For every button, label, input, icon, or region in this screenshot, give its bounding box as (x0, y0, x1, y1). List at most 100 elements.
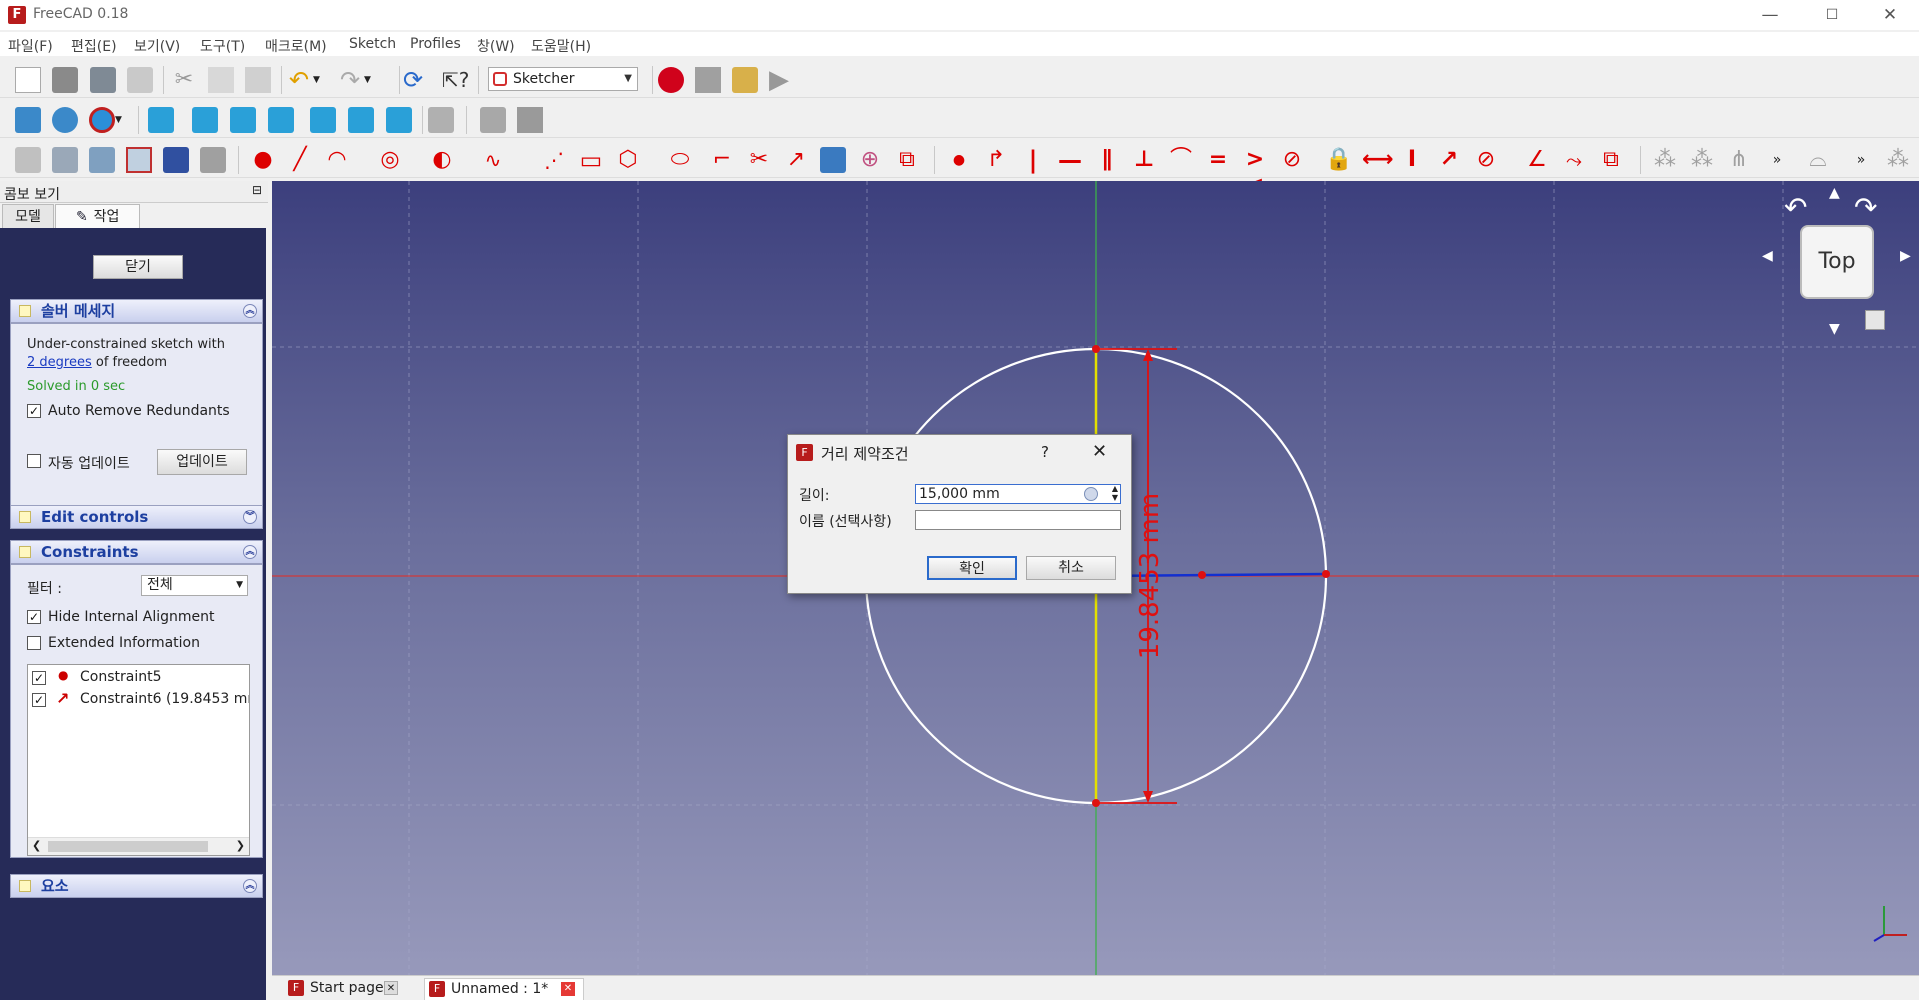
update-button[interactable]: 업데이트 (157, 449, 247, 475)
collapse-icon[interactable]: ︽ (243, 545, 257, 559)
extend-tool-icon[interactable]: ↗ (783, 147, 809, 173)
top-view-icon[interactable] (230, 107, 256, 133)
block-constraint-icon[interactable]: ⊘ (1279, 147, 1305, 173)
line-tool-icon[interactable]: ╱ (287, 147, 313, 173)
paste-icon[interactable] (245, 67, 271, 93)
fit-selection-icon[interactable] (52, 107, 78, 133)
nav-up-icon[interactable]: ▲ (1829, 185, 1840, 201)
constrain-perpendicular-icon[interactable]: ⊥ (1131, 147, 1157, 173)
cut-icon[interactable]: ✂ (171, 67, 197, 93)
tab-start-page[interactable]: F Start page ✕ (284, 978, 402, 1000)
polygon-tool-icon[interactable]: ⬡ (615, 147, 641, 173)
whats-this-icon[interactable]: ⇱? (442, 67, 469, 93)
fillet-tool-icon[interactable]: ⌐ (709, 147, 735, 173)
show-hide-geometry-icon[interactable]: ⌓ (1805, 147, 1831, 173)
constraint-visible-checkbox[interactable]: ✓ (32, 693, 46, 707)
ok-button[interactable]: 확인 (927, 556, 1017, 580)
new-sketch-icon[interactable] (15, 147, 41, 173)
constrain-horizontal-icon[interactable]: — (1057, 147, 1083, 173)
tab-unnamed[interactable]: F Unnamed : 1* ✕ (424, 978, 584, 1000)
create-part-icon[interactable] (480, 107, 506, 133)
constraint-visible-checkbox[interactable]: ✓ (32, 671, 46, 685)
name-input[interactable] (915, 510, 1121, 530)
constrain-vertical-icon[interactable]: | (1020, 147, 1046, 173)
select-constraints-icon[interactable]: ⁂ (1689, 147, 1715, 173)
rotate-right-icon[interactable]: ↷ (1854, 191, 1877, 224)
tab-model[interactable]: 모델 (2, 204, 54, 230)
left-view-icon[interactable] (386, 107, 412, 133)
maximize-button[interactable]: ☐ (1803, 0, 1861, 30)
menu-profiles[interactable]: Profiles (410, 36, 461, 52)
constrain-distance-icon[interactable]: ↗ (1436, 147, 1462, 173)
extended-information-checkbox[interactable] (27, 636, 41, 650)
constrain-lock-icon[interactable]: 🔒 (1325, 147, 1352, 173)
reorient-sketch-icon[interactable] (200, 147, 226, 173)
close-sketch-button[interactable]: 닫기 (93, 255, 183, 279)
redo-icon[interactable]: ↷ (340, 67, 366, 93)
sketch-point[interactable] (1092, 799, 1100, 807)
construction-mode-icon[interactable]: ⧉ (894, 147, 920, 173)
create-group-icon[interactable] (517, 107, 543, 133)
constrain-equal-icon[interactable]: = (1205, 147, 1231, 173)
nav-down-icon[interactable]: ▼ (1829, 321, 1840, 337)
auto-update-checkbox[interactable] (27, 454, 41, 468)
solver-messages-header[interactable]: 솔버 메세지 ︽ (10, 299, 263, 323)
undo-icon[interactable]: ↶ (289, 67, 315, 93)
collapse-icon[interactable]: ︽ (243, 879, 257, 893)
constraints-list[interactable]: ✓ ● Constraint5 ✓ ↗ Constraint6 (19.8453… (27, 664, 250, 856)
sketch-point[interactable] (1092, 345, 1100, 353)
select-conflicting-icon[interactable]: ⋔ (1726, 147, 1752, 173)
run-macro-icon[interactable]: ▶ (769, 67, 795, 93)
menu-window[interactable]: 창(W) (477, 36, 515, 56)
record-macro-icon[interactable] (658, 67, 684, 93)
scrollbar-thumb[interactable] (48, 841, 208, 852)
trim-tool-icon[interactable]: ✂ (746, 147, 772, 173)
new-document-icon[interactable] (15, 67, 41, 93)
select-elements-icon[interactable]: ⁂ (1652, 147, 1678, 173)
constrain-horizontal-distance-icon[interactable]: ⟷ (1362, 147, 1394, 173)
redo-dropdown-icon[interactable]: ▼ (364, 67, 376, 93)
more-tools-icon[interactable]: » (1764, 147, 1790, 173)
close-tab-icon[interactable]: ✕ (384, 981, 398, 995)
rotate-left-icon[interactable]: ↶ (1784, 191, 1807, 224)
slot-tool-icon[interactable]: ⬭ (667, 147, 693, 173)
constrain-symmetric-icon[interactable]: >< (1242, 147, 1268, 198)
close-button[interactable]: ✕ (1861, 0, 1919, 30)
draw-style-dropdown-icon[interactable]: ▼ (115, 107, 127, 133)
copy-icon[interactable] (208, 67, 234, 93)
cancel-button[interactable]: 취소 (1026, 556, 1116, 580)
sketch-point[interactable] (1198, 571, 1206, 579)
navigation-cube[interactable]: Top (1800, 225, 1874, 299)
circle-tool-icon[interactable]: ◎ (377, 147, 403, 173)
stop-macro-icon[interactable] (695, 67, 721, 93)
expression-icon[interactable] (1084, 487, 1098, 501)
rectangle-tool-icon[interactable]: ▭ (578, 147, 604, 173)
edit-macro-icon[interactable] (732, 67, 758, 93)
view-sketch-icon[interactable] (89, 147, 115, 173)
constrain-vertical-distance-icon[interactable]: I (1399, 147, 1425, 173)
workbench-selector[interactable]: Sketcher ▼ (488, 67, 638, 91)
view-menu-cube-icon[interactable] (1865, 310, 1885, 330)
undock-icon[interactable]: ⊟ (252, 183, 262, 197)
point-tool-icon[interactable]: ● (250, 147, 276, 173)
constrain-snell-icon[interactable]: ⤳ (1561, 147, 1587, 173)
dialog-close-icon[interactable]: ✕ (1092, 441, 1107, 462)
collapse-icon[interactable]: ︽ (243, 304, 257, 318)
constrain-parallel-icon[interactable]: ∥ (1094, 147, 1120, 173)
hide-internal-alignment-checkbox[interactable]: ✓ (27, 610, 41, 624)
arc-tool-icon[interactable]: ◠ (324, 147, 350, 173)
save-as-icon[interactable] (127, 67, 153, 93)
right-view-icon[interactable] (268, 107, 294, 133)
menu-view[interactable]: 보기(V) (134, 36, 180, 56)
map-sketch-icon[interactable] (163, 147, 189, 173)
list-item[interactable]: ✓ ↗ Constraint6 (19.8453 mm (28, 689, 249, 711)
auto-remove-redundants-checkbox[interactable]: ✓ (27, 404, 41, 418)
filter-select[interactable]: 전체 ▼ (141, 575, 248, 596)
front-view-icon[interactable] (192, 107, 218, 133)
nav-right-icon[interactable]: ▶ (1900, 248, 1911, 264)
undo-dropdown-icon[interactable]: ▼ (313, 67, 325, 93)
conic-tool-icon[interactable]: ◐ (429, 147, 455, 173)
fit-all-icon[interactable] (15, 107, 41, 133)
rear-view-icon[interactable] (310, 107, 336, 133)
dimension-label[interactable]: 19.8453 mm (1135, 493, 1165, 659)
